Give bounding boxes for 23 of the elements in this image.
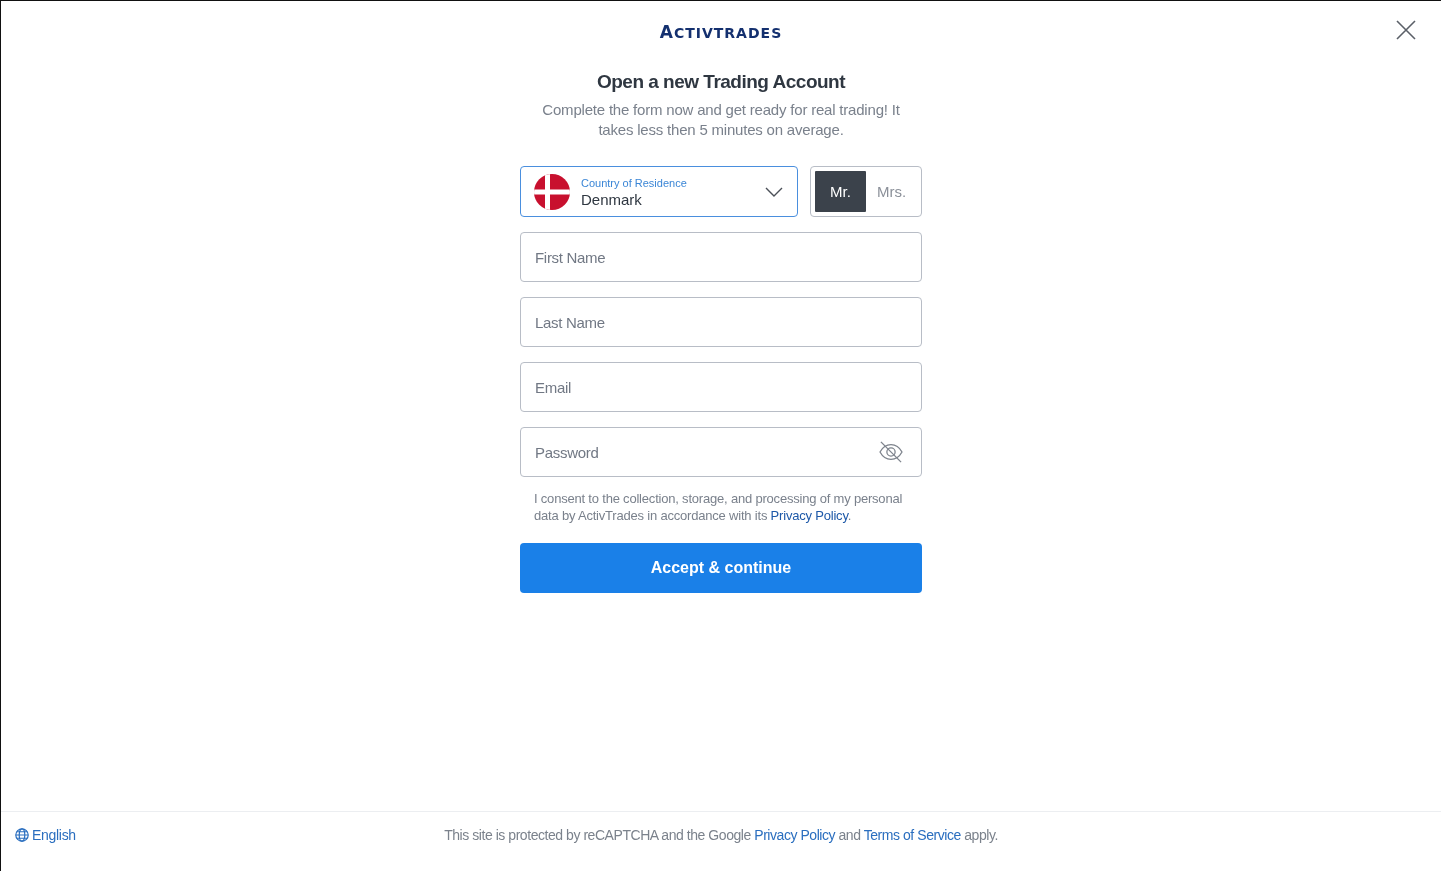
- input-field[interactable]: First Name: [520, 232, 922, 282]
- flag-icon: [534, 173, 570, 210]
- country-label: Country of Residence: [581, 175, 687, 190]
- input-field[interactable]: Last Name: [520, 297, 922, 347]
- close-icon[interactable]: [1396, 20, 1416, 40]
- page-heading: Open a new Trading Account: [596, 70, 846, 94]
- privacy-policy-link[interactable]: Privacy Policy: [754, 827, 836, 843]
- password-field[interactable]: Password: [520, 427, 922, 477]
- country-value: Denmark: [581, 189, 642, 210]
- terms-of-service-link[interactable]: Terms of Service: [863, 827, 961, 843]
- language-link[interactable]: English: [15, 825, 76, 845]
- consent-text: I consent to the collection, storage, and processing of my personal data by ActivTrades in accordance with its Privacy Policy.: [533, 490, 904, 524]
- recaptcha-notice: This site is protected by reCAPTCHA and the Google Privacy Policy and Terms of Service apply.: [444, 826, 998, 845]
- logo: ACTIVTRADES: [659, 23, 783, 42]
- accept-continue-button[interactable]: Accept & continue: [520, 543, 922, 593]
- salutation-option[interactable]: Mr.: [815, 171, 866, 212]
- privacy-policy-link[interactable]: Privacy Policy: [770, 508, 848, 523]
- country-select[interactable]: Country of Residence Denmark: [520, 166, 798, 217]
- globe-icon: [15, 828, 29, 842]
- input-field[interactable]: Email: [520, 362, 922, 412]
- eye-slash-icon[interactable]: [878, 441, 904, 463]
- chevron-down-icon: [765, 186, 783, 197]
- page-subheading: Complete the form now and get ready for real trading! It takes less then 5 minutes on average.: [541, 100, 901, 140]
